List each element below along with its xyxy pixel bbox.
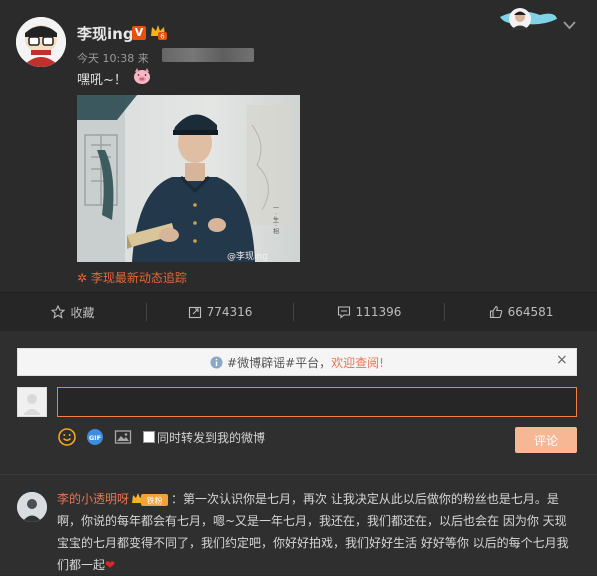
flower-icon: ✲ <box>77 271 88 285</box>
comment-count: 111396 <box>355 305 402 319</box>
repost-button[interactable]: 774316 <box>147 293 293 331</box>
submit-comment-button[interactable]: 评论 <box>515 427 577 453</box>
comment-button[interactable]: 111396 <box>294 293 444 331</box>
comment-input[interactable] <box>57 387 577 417</box>
favorite-button[interactable]: 收藏 <box>0 293 146 331</box>
star-icon <box>51 305 66 319</box>
notice-link[interactable]: 欢迎查阅! <box>331 354 384 371</box>
pig-emoji-icon <box>132 67 152 85</box>
topic-link[interactable]: ✲ 李现最新动态追踪 <box>77 269 187 286</box>
sync-repost-label: 同时转发到我的微博 <box>157 431 266 445</box>
notice-banner: #微博辟谣#平台， 欢迎查阅! × <box>17 348 577 376</box>
commenter-avatar[interactable] <box>17 492 47 522</box>
divider <box>0 474 597 475</box>
svg-text:一 · 生 · 相: 一 · 生 · 相 <box>272 205 279 236</box>
author-avatar[interactable] <box>16 17 66 67</box>
post-content: 嘿吼~！ <box>77 73 127 88</box>
repost-icon <box>188 306 201 319</box>
info-icon <box>210 356 223 368</box>
commenter-name[interactable]: 李的小透明呀 <box>57 492 129 506</box>
repost-count: 774316 <box>206 305 253 319</box>
my-avatar <box>17 387 47 417</box>
notice-prefix: #微博辟谣#平台， <box>227 355 332 370</box>
fan-badge-label: 铁粉 <box>147 496 163 506</box>
current-user-avatar[interactable] <box>500 5 557 35</box>
svg-text:6: 6 <box>160 33 165 41</box>
like-count: 664581 <box>507 305 554 319</box>
thumbs-up-icon <box>489 305 502 319</box>
image-icon[interactable] <box>114 428 132 446</box>
sync-repost-checkbox[interactable] <box>143 431 155 443</box>
heart-icon: ❤ <box>105 558 116 572</box>
post-source-blurred <box>162 48 254 62</box>
chevron-down-icon[interactable] <box>563 15 576 30</box>
notice-text: #微博辟谣#平台， 欢迎查阅! <box>18 349 576 375</box>
post-photo[interactable]: 一 · 生 · 相 <box>77 95 300 262</box>
comment-icon <box>337 306 350 319</box>
post-meta-time: 今天 10:38 来 <box>77 52 149 65</box>
member-level-icon: 6 <box>149 23 167 41</box>
fan-badge-icon: 铁粉 <box>132 493 169 506</box>
photo-watermark: @李现ing <box>227 252 268 262</box>
verified-v-icon: V <box>132 26 146 40</box>
topic-label: 李现最新动态追踪 <box>90 271 187 285</box>
like-button[interactable]: 664581 <box>445 293 597 331</box>
author-name[interactable]: 李现ing <box>77 23 134 44</box>
gif-icon[interactable]: GIF <box>86 428 104 446</box>
close-icon[interactable]: × <box>556 352 568 368</box>
emoji-icon[interactable] <box>58 428 76 446</box>
comment-item: 李的小透明呀 铁粉 ：第一次认识你是七月，再次 让我决定从此以后做你的粉丝也是七月。… <box>57 488 577 576</box>
svg-text:GIF: GIF <box>89 434 101 442</box>
favorite-label: 收藏 <box>70 305 95 320</box>
action-bar: 收藏 774316 111396 664581 <box>0 293 597 331</box>
